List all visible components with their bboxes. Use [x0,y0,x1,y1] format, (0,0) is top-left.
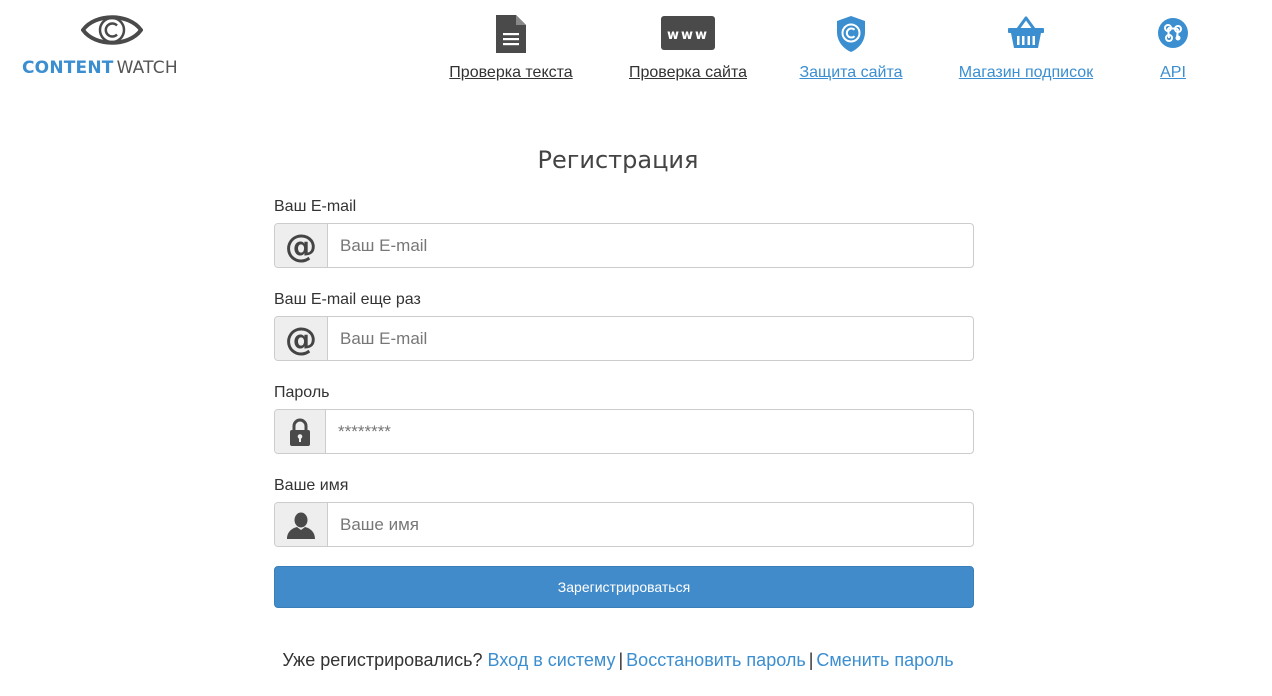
restore-password-link[interactable]: Восстановить пароль [626,650,806,670]
nav-site-check[interactable]: www Проверка сайта [626,14,750,82]
link-separator: | [808,650,814,670]
email-input-group: @ [274,223,974,268]
nav-text-check[interactable]: Проверка текста [446,14,576,82]
user-icon [275,503,328,546]
api-nodes-icon [1152,14,1194,58]
logo-word-watch: WATCH [116,58,178,78]
email-label: Ваш E-mail [274,198,357,215]
email-repeat-label: Ваш E-mail еще раз [274,291,421,308]
name-label: Ваше имя [274,477,349,494]
eye-copyright-icon [81,15,143,45]
logo-word-content: CONTENT [22,58,114,78]
header: CONTENT WATCH Проверка текста www Проверк… [0,0,1272,110]
email-repeat-input[interactable] [328,317,973,360]
password-input[interactable] [326,410,973,453]
www-icon: www [626,14,750,58]
nav-label: Проверка сайта [629,64,747,81]
email-field-group: Ваш E-mail @ [274,197,974,290]
email-repeat-input-group: @ [274,316,974,361]
at-symbol: @ [285,226,317,265]
change-password-link[interactable]: Сменить пароль [816,650,953,670]
shield-copyright-icon [799,14,903,58]
name-input-group [274,502,974,547]
name-field-group: Ваше имя [274,476,974,569]
lock-icon [275,410,326,453]
nav-subscription-shop[interactable]: Магазин подписок [953,14,1099,82]
register-button[interactable]: Зарегистрироваться [274,566,974,608]
registration-form: Ваш E-mail @ Ваш E-mail еще раз @ Пароль [274,197,974,608]
email-input[interactable] [328,224,973,267]
password-input-group [274,409,974,454]
nav-site-protection[interactable]: Защита сайта [799,14,903,82]
logo[interactable]: CONTENT WATCH [22,10,202,78]
at-icon: @ [275,317,328,360]
at-symbol: @ [285,319,317,358]
www-icon-text: www [667,28,709,43]
nav-label: Проверка текста [449,64,573,81]
link-separator: | [618,650,624,670]
at-icon: @ [275,224,328,267]
email-repeat-field-group: Ваш E-mail еще раз @ [274,290,974,383]
nav-api[interactable]: API [1152,14,1194,82]
password-field-group: Пароль [274,383,974,476]
document-icon [446,14,576,58]
name-input[interactable] [328,503,973,546]
nav-label: Магазин подписок [958,64,1094,81]
nav-label: API [1160,64,1186,81]
nav-label: Защита сайта [799,64,903,81]
page-title: Регистрация [537,146,699,174]
logo-text: CONTENT WATCH [22,58,202,78]
login-link[interactable]: Вход в систему [488,650,616,670]
auth-links: Уже регистрировались? Вход в систему | Вос… [0,650,1236,671]
basket-icon [953,14,1099,58]
password-label: Пароль [274,384,330,401]
already-registered-text: Уже регистрировались? [282,650,483,670]
